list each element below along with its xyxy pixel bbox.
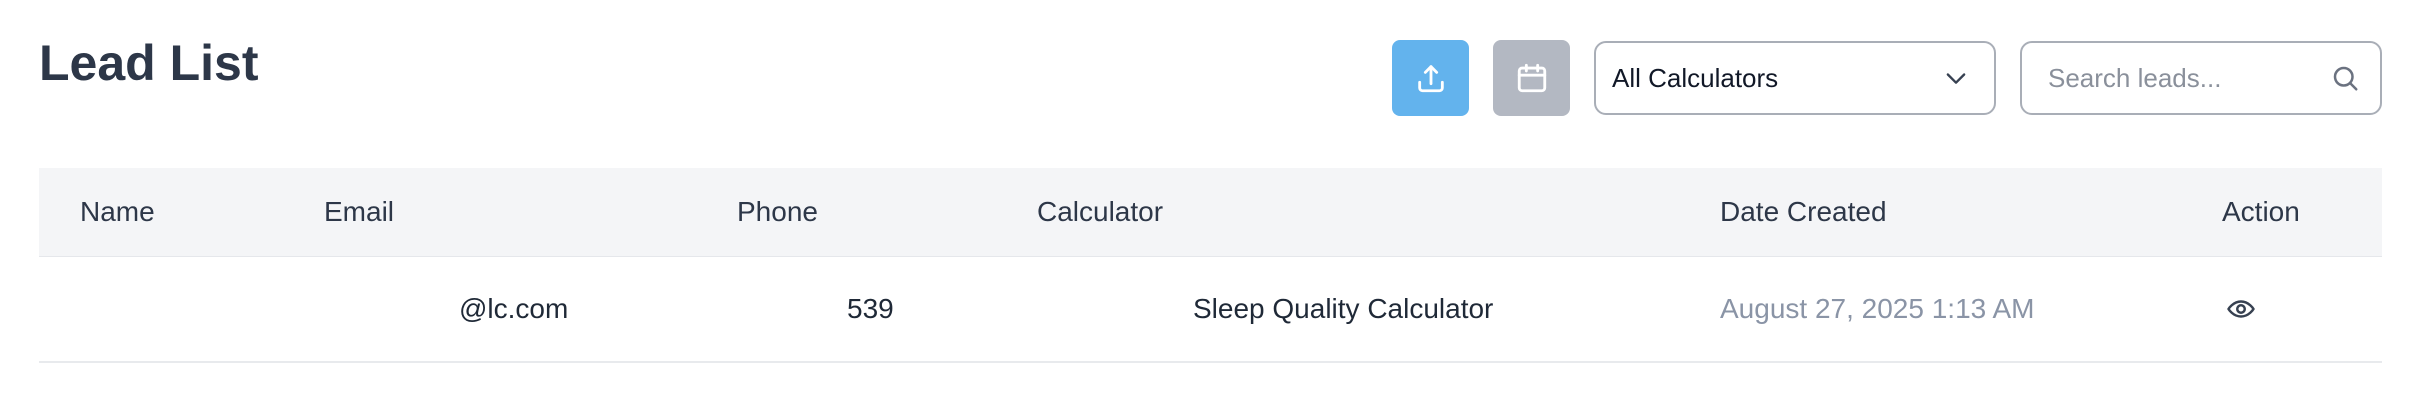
- cell-date-created: August 27, 2025 1:13 AM: [1720, 293, 2035, 324]
- export-button[interactable]: [1392, 40, 1469, 116]
- eye-icon[interactable]: [2226, 294, 2256, 324]
- column-header-email: Email: [324, 196, 395, 227]
- calculator-filter-value: All Calculators: [1612, 62, 1779, 93]
- column-header-phone: Phone: [737, 196, 818, 227]
- upload-icon: [1417, 65, 1444, 93]
- cell-calculator: Sleep Quality Calculator: [1193, 293, 1494, 324]
- table-header: Name Email Phone Calculator Date Created…: [39, 168, 2382, 257]
- date-filter-button[interactable]: [1493, 40, 1570, 116]
- cell-email: @lc.com: [459, 293, 569, 324]
- calendar-icon: [1517, 63, 1546, 93]
- table-row: @lc.com 539 Sleep Quality Calculator Aug…: [39, 257, 2382, 363]
- column-header-name: Name: [80, 196, 155, 227]
- page-title: Lead List: [39, 35, 259, 91]
- search-box: [2020, 41, 2382, 115]
- leads-table: Name Email Phone Calculator Date Created…: [39, 168, 2382, 363]
- column-header-calculator: Calculator: [1037, 196, 1164, 227]
- chevron-down-icon: [1946, 73, 1966, 84]
- toolbar: All Calculators: [1392, 40, 2382, 116]
- calculator-filter-select[interactable]: All Calculators: [1594, 41, 1996, 115]
- column-header-date-created: Date Created: [1720, 196, 1887, 227]
- search-icon[interactable]: [2330, 63, 2360, 93]
- column-header-action: Action: [2222, 196, 2300, 227]
- search-input[interactable]: [2046, 61, 2330, 95]
- cell-phone: 539: [847, 293, 894, 324]
